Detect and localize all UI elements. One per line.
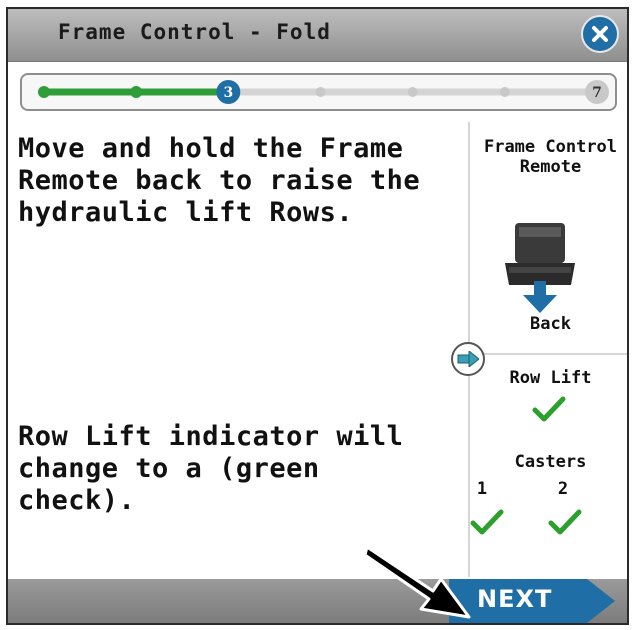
instruction-top: Move and hold the Frame Remote back to r…	[18, 133, 421, 228]
remote-icon	[505, 223, 575, 313]
progress-step-total-label: 7	[592, 85, 602, 101]
pointer-arrow-icon	[363, 545, 471, 619]
down-arrow-icon	[523, 281, 557, 313]
close-icon	[592, 26, 608, 42]
close-button[interactable]	[581, 15, 619, 53]
check-icon	[548, 509, 582, 535]
back-label: Back	[530, 314, 571, 334]
caster-1-label: 1	[476, 479, 488, 499]
next-button-label: NEXT	[477, 585, 553, 613]
progress-step-pending	[407, 87, 418, 97]
step-progress-bar: 37	[20, 73, 617, 111]
bottom-bar: NEXT	[8, 579, 627, 623]
casters-label: Casters	[514, 452, 587, 472]
progress-step-completed	[38, 86, 50, 98]
caster-2-label: 2	[557, 479, 569, 499]
progress-step-pending	[499, 87, 510, 97]
check-icon	[532, 396, 566, 422]
progress-step-completed	[130, 86, 143, 98]
progress-step-pending	[315, 87, 326, 97]
progress-step-current-label: 3	[223, 85, 233, 101]
next-button[interactable]: NEXT	[449, 579, 617, 623]
instruction-bottom: Row Lift indicator will change to a (gre…	[18, 421, 404, 516]
page-title: Frame Control - Fold	[58, 20, 331, 44]
step-progress-track: 37	[38, 80, 609, 104]
title-bar: Frame Control - Fold	[8, 9, 627, 62]
check-icon	[470, 509, 504, 535]
dialog-frame: Frame Control - Fold 37 Move and hold th…	[6, 7, 629, 625]
remote-title: Frame Control Remote	[483, 137, 618, 177]
right-arrow-icon	[457, 351, 479, 367]
panel-divider-horizontal	[468, 353, 627, 355]
row-lift-label: Row Lift	[509, 368, 592, 388]
